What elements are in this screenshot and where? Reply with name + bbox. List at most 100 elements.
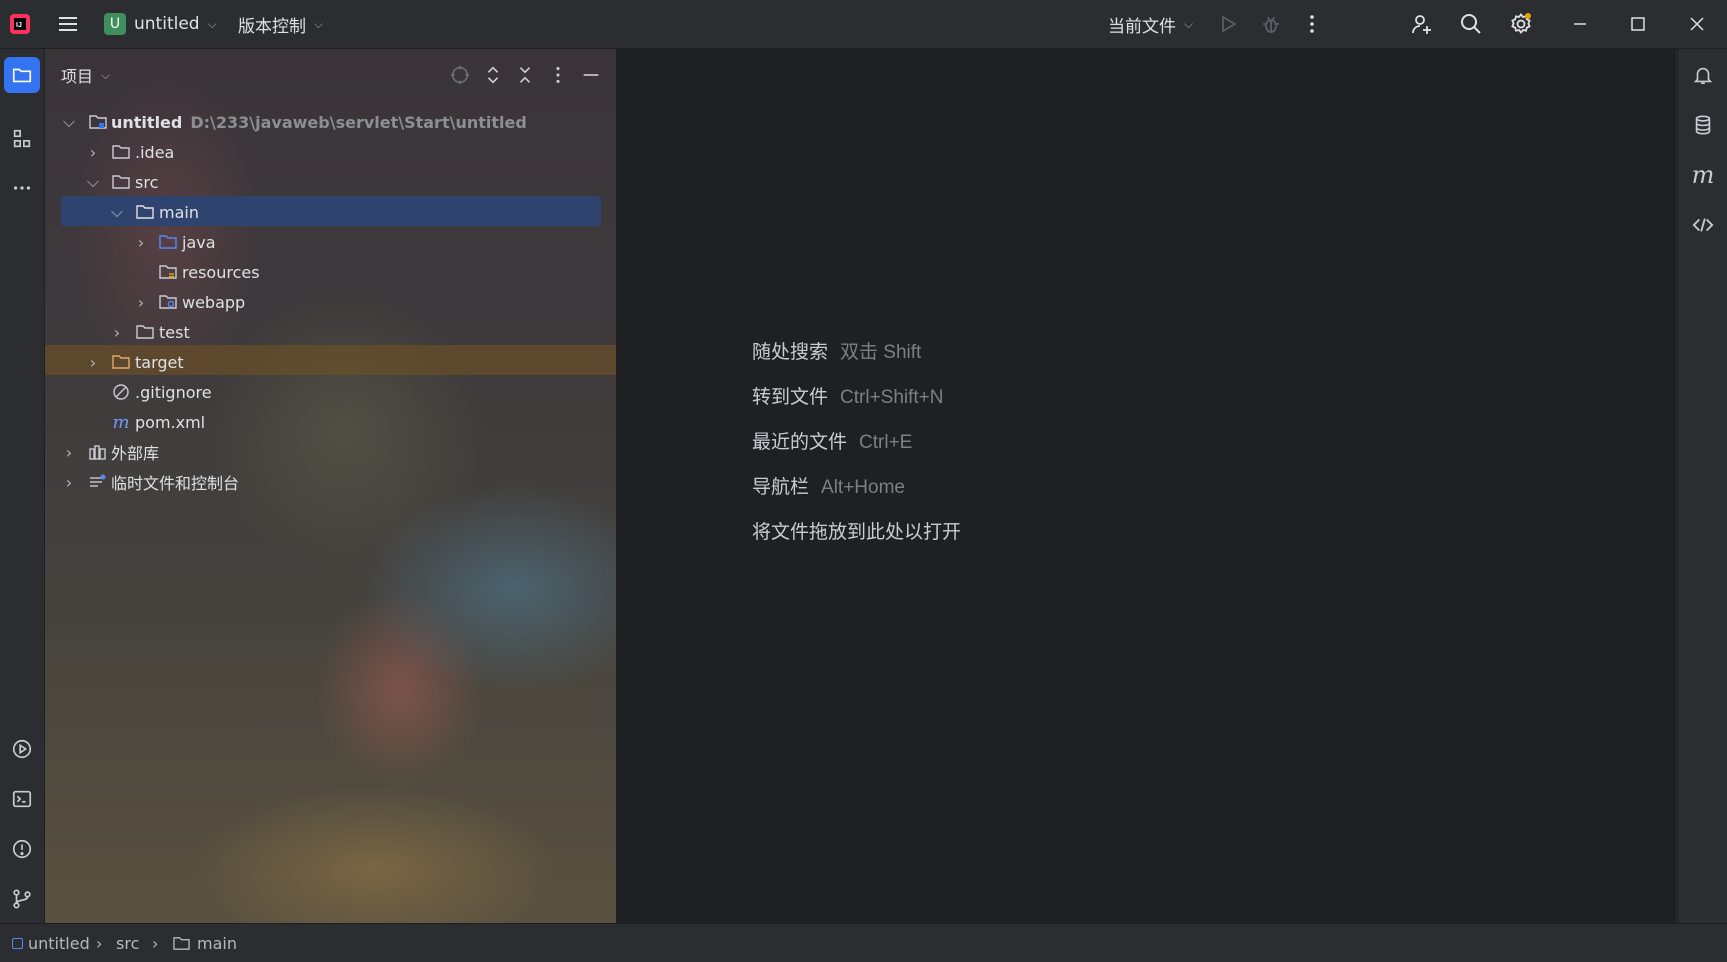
tree-label: src <box>135 172 159 192</box>
project-badge: U <box>104 13 126 35</box>
structure-tool-button[interactable] <box>4 121 40 157</box>
tree-row-idea[interactable]: › .idea <box>45 137 616 167</box>
editor-empty-area[interactable]: 随处搜索 双击 Shift 转到文件 Ctrl+Shift+N 最近的文件 Ctrl+… <box>617 49 1676 923</box>
tree-label: 临时文件和控制台 <box>111 474 240 493</box>
folder-icon <box>135 203 155 221</box>
tree-row-external-libraries[interactable]: › 外部库 <box>45 437 616 467</box>
folder-icon <box>111 143 131 161</box>
minimize-icon[interactable] <box>1568 12 1592 36</box>
tree-row-java[interactable]: › java <box>45 227 616 257</box>
source-folder-icon <box>158 233 178 251</box>
chevron-right-icon[interactable]: › <box>85 143 101 162</box>
hint-drop-files: 将文件拖放到此处以打开 <box>752 521 962 543</box>
tree-row-untitled[interactable]: ⌵ untitled D:\233\javaweb\servlet\Start\u… <box>45 107 616 137</box>
settings-gear-icon[interactable] <box>1509 12 1533 36</box>
chevron-down-icon[interactable]: ⌵ <box>61 112 77 131</box>
debug-icon[interactable] <box>1259 12 1283 36</box>
more-actions-icon[interactable] <box>1300 12 1324 36</box>
run-config-label: 当前文件 <box>1108 16 1176 37</box>
module-folder-icon <box>88 113 108 131</box>
maximize-icon[interactable] <box>1626 12 1650 36</box>
chevron-down-icon: ⌵ <box>314 16 324 31</box>
close-icon[interactable] <box>1685 12 1709 36</box>
tree-row-test[interactable]: › test <box>45 317 616 347</box>
tree-row-webapp[interactable]: › webapp <box>45 287 616 317</box>
more-tools-icon[interactable] <box>4 170 40 206</box>
locate-file-icon[interactable] <box>449 64 471 86</box>
breadcrumb-main[interactable]: main <box>172 924 237 962</box>
chevron-right-icon[interactable]: › <box>133 293 149 312</box>
database-icon[interactable] <box>1685 107 1721 143</box>
resources-folder-icon <box>158 263 178 281</box>
maven-icon[interactable]: m <box>1685 157 1721 193</box>
tree-label: untitled D:\233\javaweb\servlet\Start\unt… <box>111 112 527 132</box>
status-bar: untitled › src › main <box>0 923 1727 962</box>
scratches-icon <box>88 473 108 491</box>
terminal-icon[interactable] <box>4 781 40 817</box>
chevron-right-icon[interactable]: › <box>109 323 125 342</box>
chevron-down-icon[interactable]: ⌵ <box>109 202 125 221</box>
tree-row-target[interactable]: › target <box>45 347 616 377</box>
hint-search-everywhere: 随处搜索 双击 Shift <box>752 341 922 363</box>
tree-row-gitignore[interactable]: .gitignore <box>45 377 616 407</box>
hide-panel-icon[interactable] <box>580 64 602 86</box>
run-config-selector[interactable]: 当前文件 ⌵ <box>1108 0 1193 48</box>
panel-options-icon[interactable] <box>547 64 569 86</box>
project-switcher[interactable]: U untitled ⌵ <box>104 0 217 48</box>
chevron-right-icon[interactable]: › <box>85 353 101 372</box>
chevron-right-icon[interactable]: › <box>61 473 77 492</box>
tree-label: 外部库 <box>111 444 160 463</box>
module-icon <box>12 937 23 949</box>
tree-row-pom[interactable]: m pom.xml <box>45 407 616 437</box>
tree-label: resources <box>182 262 260 282</box>
vcs-label: 版本控制 <box>238 16 306 37</box>
tree-row-src[interactable]: ⌵ src <box>45 167 616 197</box>
git-branch-icon[interactable] <box>4 881 40 917</box>
library-icon <box>88 443 108 461</box>
notifications-bell-icon[interactable] <box>1685 57 1721 93</box>
excluded-folder-icon <box>111 353 131 371</box>
web-folder-icon <box>158 293 178 311</box>
tree-label: webapp <box>182 292 246 312</box>
endpoints-icon[interactable] <box>1685 207 1721 243</box>
problems-icon[interactable] <box>4 831 40 867</box>
title-bar: IJ U untitled ⌵ 版本控制 ⌵ 当前文件 ⌵ <box>0 0 1727 49</box>
chevron-down-icon: ⌵ <box>1184 16 1194 31</box>
chevron-down-icon: ⌵ <box>101 67 111 82</box>
maven-file-icon: m <box>112 411 130 433</box>
breadcrumb-untitled[interactable]: untitled <box>12 924 90 962</box>
vcs-menu[interactable]: 版本控制 ⌵ <box>238 0 323 48</box>
project-name: untitled <box>134 14 200 34</box>
right-tool-strip: m <box>1677 49 1727 923</box>
project-tool-button[interactable] <box>4 57 40 93</box>
tree-row-main[interactable]: ⌵ main <box>45 197 616 227</box>
breadcrumb-src[interactable]: src <box>116 924 139 962</box>
project-view-selector[interactable]: 项目 ⌵ <box>61 62 110 88</box>
tree-label: .gitignore <box>135 382 212 402</box>
folder-icon <box>135 323 155 341</box>
services-run-icon[interactable] <box>4 731 40 767</box>
folder-icon <box>173 936 190 950</box>
project-panel-title: 项目 <box>61 67 94 86</box>
hint-goto-file: 转到文件 Ctrl+Shift+N <box>752 386 944 408</box>
chevron-right-icon[interactable]: › <box>61 443 77 462</box>
tree-label: pom.xml <box>135 412 206 432</box>
tree-row-scratches[interactable]: › 临时文件和控制台 <box>45 467 616 497</box>
hint-recent-files: 最近的文件 Ctrl+E <box>752 431 913 453</box>
project-path: D:\233\javaweb\servlet\Start\untitled <box>190 112 527 132</box>
left-tool-strip <box>0 49 45 923</box>
run-icon[interactable] <box>1216 12 1240 36</box>
chevron-down-icon[interactable]: ⌵ <box>85 172 101 191</box>
collapse-all-icon[interactable] <box>514 64 536 86</box>
chevron-right-icon[interactable]: › <box>133 233 149 252</box>
tree-label: target <box>135 352 184 372</box>
search-icon[interactable] <box>1459 12 1483 36</box>
intellij-logo-icon: IJ <box>8 12 32 36</box>
tree-row-resources[interactable]: resources <box>45 257 616 287</box>
main-menu-icon[interactable] <box>56 12 80 36</box>
chevron-down-icon: ⌵ <box>207 16 217 31</box>
code-with-me-icon[interactable] <box>1410 12 1434 36</box>
hint-navigation-bar: 导航栏 Alt+Home <box>752 476 905 498</box>
tree-label: test <box>159 322 190 342</box>
expand-all-icon[interactable] <box>482 64 504 86</box>
